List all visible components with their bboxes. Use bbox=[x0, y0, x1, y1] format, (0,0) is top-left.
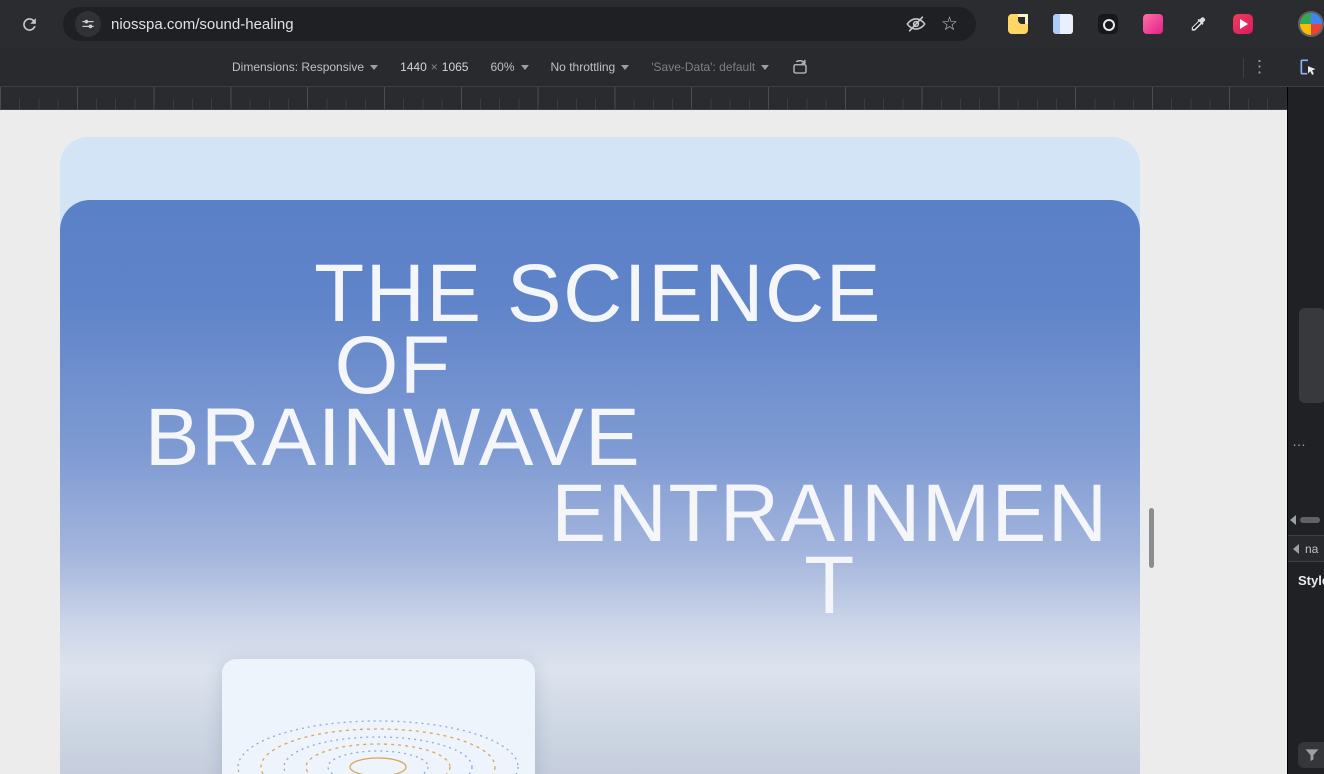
scroll-left-icon[interactable] bbox=[1290, 515, 1296, 525]
extension-video-icon[interactable] bbox=[1233, 14, 1253, 34]
save-data-select[interactable]: 'Save-Data': default bbox=[651, 60, 770, 74]
width-input[interactable]: 1440 bbox=[400, 60, 427, 74]
rotate-viewport-icon[interactable] bbox=[791, 58, 809, 76]
dimensions-select[interactable]: Dimensions: Responsive bbox=[232, 60, 379, 74]
webpage[interactable]: THE SCIENCE OF BRAINWAVE ENTRAINMEN T bbox=[60, 137, 1140, 774]
extensions-row bbox=[1008, 11, 1324, 37]
extension-notes-icon[interactable] bbox=[1008, 14, 1028, 34]
emulated-viewport: THE SCIENCE OF BRAINWAVE ENTRAINMEN T bbox=[0, 110, 1287, 774]
save-data-value: 'Save-Data': default bbox=[651, 60, 756, 74]
url-text[interactable]: niosspa.com/sound-healing bbox=[111, 16, 905, 33]
more-options-icon[interactable]: ⋮ bbox=[1251, 57, 1268, 77]
sound-bowl-card bbox=[222, 659, 535, 774]
tab-styles[interactable]: Styles bbox=[1298, 573, 1324, 588]
panel-overflow-ellipsis[interactable]: … bbox=[1292, 433, 1307, 449]
inspect-element-icon[interactable] bbox=[1298, 57, 1318, 80]
caret-down-icon bbox=[621, 64, 630, 70]
panel-tab-strip: na bbox=[1288, 535, 1324, 562]
hscroll-thumb[interactable] bbox=[1300, 517, 1320, 523]
site-settings-icon[interactable] bbox=[75, 11, 101, 37]
extension-eyedropper-icon[interactable] bbox=[1188, 14, 1208, 34]
multiply-sign: × bbox=[430, 60, 438, 74]
devtools-panel: … na Styles bbox=[1287, 87, 1324, 774]
hero-heading-line: BRAINWAVE bbox=[144, 392, 642, 483]
hero-section: THE SCIENCE OF BRAINWAVE ENTRAINMEN T bbox=[60, 200, 1140, 774]
address-bar[interactable]: niosspa.com/sound-healing ☆ bbox=[63, 7, 976, 41]
throttling-select[interactable]: No throttling bbox=[551, 60, 630, 74]
extension-docs-icon[interactable] bbox=[1053, 14, 1073, 34]
reload-icon bbox=[20, 15, 39, 34]
profile-avatar[interactable] bbox=[1298, 11, 1324, 37]
throttling-value: No throttling bbox=[550, 60, 616, 74]
panel-horizontal-scrollbar[interactable] bbox=[1290, 515, 1320, 525]
filter-button[interactable] bbox=[1298, 742, 1324, 768]
eye-off-icon[interactable] bbox=[905, 13, 927, 35]
reload-button[interactable] bbox=[14, 8, 45, 40]
screen: niosspa.com/sound-healing ☆ Dimensions: … bbox=[0, 0, 1324, 774]
caret-down-icon bbox=[520, 64, 529, 70]
device-toolbar: Dimensions: Responsive 1440 × 1065 60% N… bbox=[0, 48, 1324, 87]
extension-pink-icon[interactable] bbox=[1143, 14, 1163, 34]
ruler bbox=[0, 87, 1287, 110]
caret-down-icon bbox=[370, 64, 379, 70]
panel-scrollbar-thumb[interactable] bbox=[1299, 308, 1324, 403]
browser-toolbar: niosspa.com/sound-healing ☆ bbox=[0, 0, 1324, 48]
caret-down-icon bbox=[761, 64, 770, 70]
omnibox-actions: ☆ bbox=[905, 13, 958, 35]
filter-funnel-icon bbox=[1304, 747, 1320, 763]
toolbar-separator bbox=[1243, 58, 1244, 78]
zoom-select[interactable]: 60% bbox=[490, 60, 529, 74]
sound-bowl-rings-illustration bbox=[222, 659, 535, 774]
panel-tab-fragment[interactable]: na bbox=[1305, 542, 1318, 556]
height-input[interactable]: 1065 bbox=[442, 60, 469, 74]
page-scrollbar-thumb[interactable] bbox=[1149, 508, 1154, 568]
hero-heading-line: T bbox=[804, 540, 856, 631]
extension-record-icon[interactable] bbox=[1098, 14, 1118, 34]
dimensions-label: Dimensions: Responsive bbox=[232, 60, 365, 74]
zoom-value: 60% bbox=[490, 60, 515, 74]
bookmark-star-icon[interactable]: ☆ bbox=[941, 15, 958, 34]
tabs-scroll-left-icon[interactable] bbox=[1293, 543, 1299, 554]
